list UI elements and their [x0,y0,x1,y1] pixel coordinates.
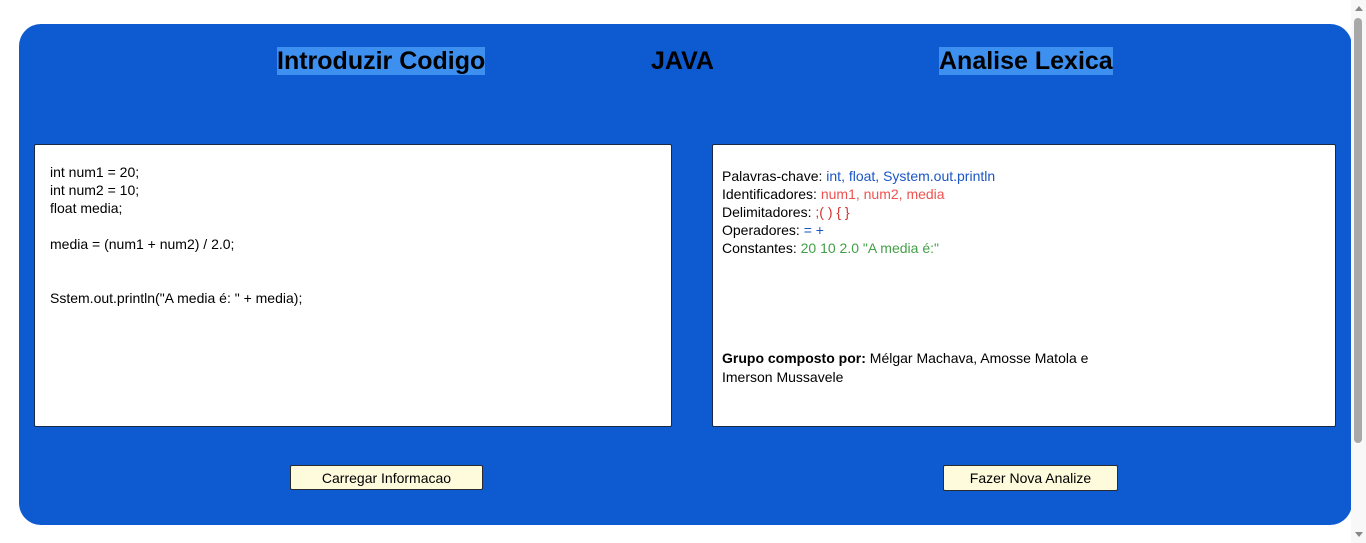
intro-heading: Introduzir Codigo [277,44,486,78]
lexical-analysis-output: Palavras-chave: int, float, System.out.p… [712,144,1336,427]
constants-value: 20 10 2.0 "A media é:" [800,240,939,256]
delimiters-row: Delimitadores: ;( ) { } [722,203,1326,221]
constants-label: Constantes: [722,240,801,256]
operators-value: = + [803,222,824,238]
delimiters-label: Delimitadores: [722,204,816,220]
code-line: media = (num1 + num2) / 2.0; [50,236,235,252]
credits: Grupo composto por: Mélgar Machava, Amos… [722,349,1102,387]
code-input[interactable]: int num1 = 20; int num2 = 10; float medi… [34,144,672,427]
constants-row: Constantes: 20 10 2.0 "A media é:" [722,239,1326,257]
new-analysis-button[interactable]: Fazer Nova Analize [943,465,1118,491]
page-scrollbar[interactable] [1351,0,1366,543]
analise-heading: Analise Lexica [939,44,1113,78]
keywords-value: int, float, System.out.println [826,168,996,184]
scroll-down-arrow-icon[interactable] [1355,532,1363,537]
identifiers-value: num1, num2, media [820,186,945,202]
intro-heading-text: Introduzir Codigo [277,47,486,75]
identifiers-row: Identificadores: num1, num2, media [722,185,1326,203]
operators-label: Operadores: [722,222,804,238]
credits-label: Grupo composto por: [722,350,866,366]
code-line: float media; [50,200,123,216]
delimiters-value: ;( ) { } [815,204,850,220]
code-line: int num2 = 10; [50,182,140,198]
load-info-button[interactable]: Carregar Informacao [290,465,483,490]
keywords-row: Palavras-chave: int, float, System.out.p… [722,167,1326,185]
scroll-up-arrow-icon[interactable] [1355,6,1363,11]
code-line: int num1 = 20; [50,164,140,180]
operators-row: Operadores: = + [722,221,1326,239]
analise-heading-text: Analise Lexica [939,47,1113,75]
identifiers-label: Identificadores: [722,186,821,202]
scrollbar-thumb[interactable] [1354,18,1362,443]
language-heading: JAVA [651,47,714,75]
keywords-label: Palavras-chave: [722,168,827,184]
code-line: Sstem.out.println("A media é: " + media)… [50,290,303,306]
